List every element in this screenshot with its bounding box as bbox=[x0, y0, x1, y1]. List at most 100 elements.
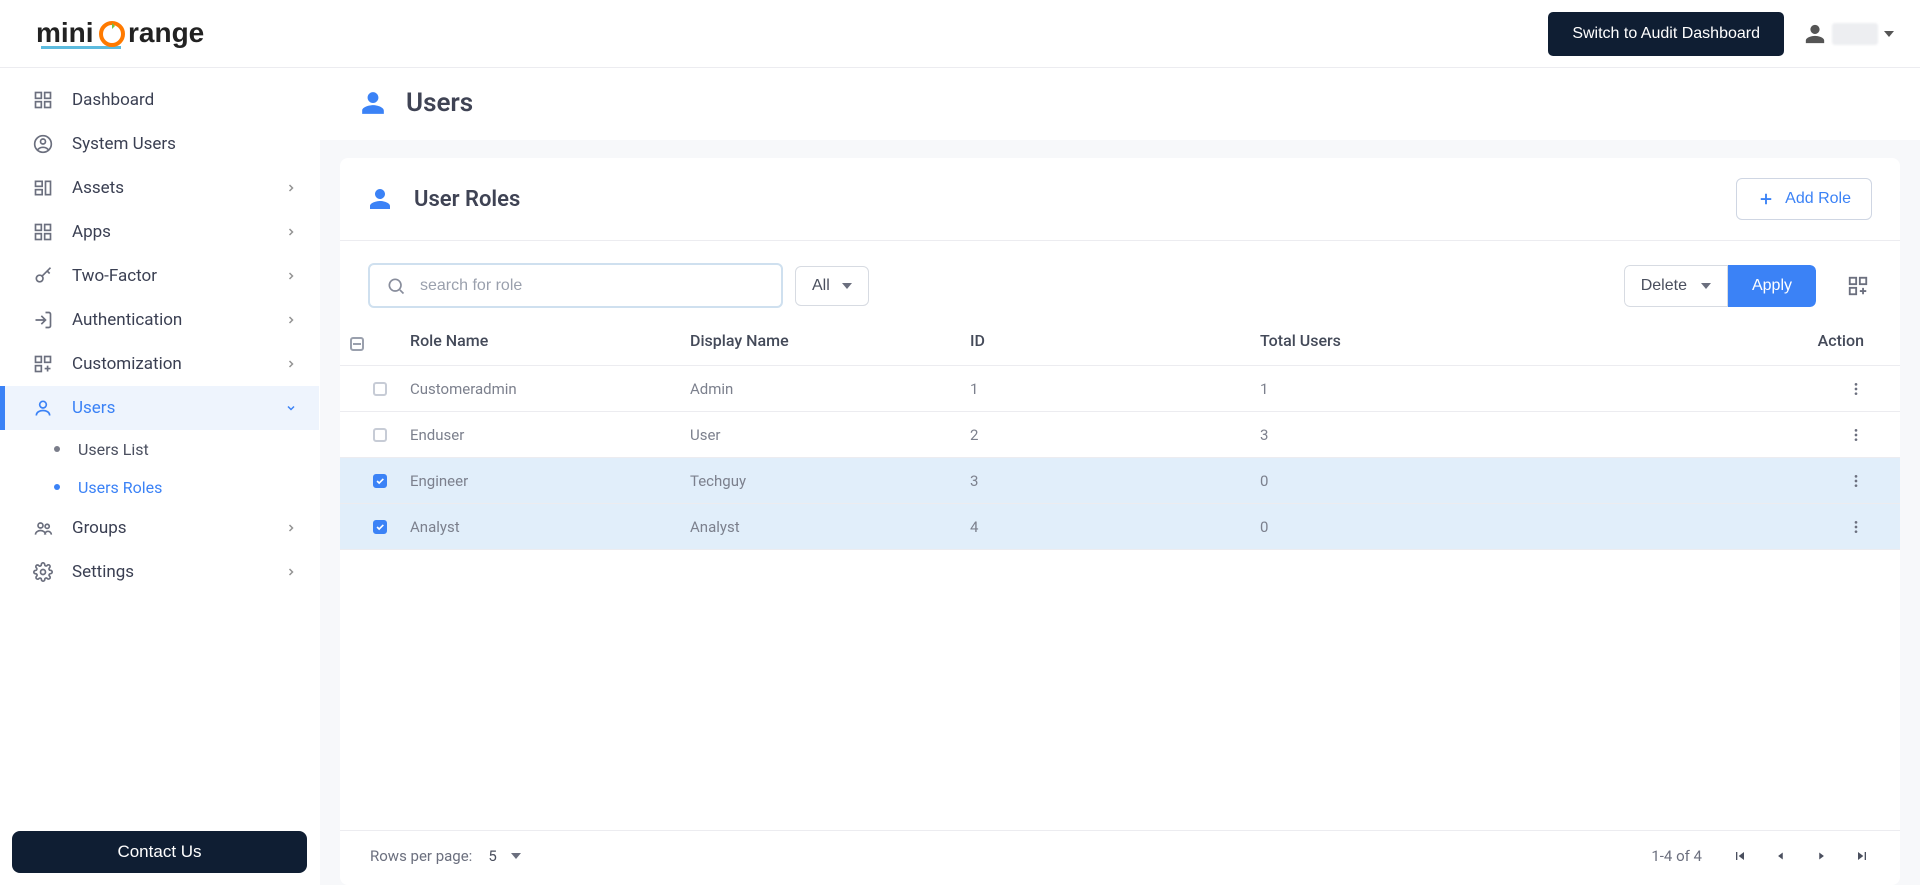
column-role-name: Role Name bbox=[410, 331, 690, 350]
sidebar-item-groups[interactable]: Groups bbox=[0, 506, 319, 550]
sidebar-subitem-users-roles[interactable]: Users Roles bbox=[0, 468, 319, 506]
column-id: ID bbox=[970, 331, 1260, 350]
sidebar: Dashboard System Users Assets Apps Two-F… bbox=[0, 68, 320, 885]
bullet-icon bbox=[54, 484, 60, 490]
person-icon bbox=[1804, 23, 1826, 45]
sidebar-item-system-users[interactable]: System Users bbox=[0, 122, 319, 166]
kebab-icon bbox=[1848, 519, 1864, 535]
cell-display-name: Analyst bbox=[690, 518, 970, 536]
search-field[interactable] bbox=[368, 263, 783, 308]
filter-all-dropdown[interactable]: All bbox=[795, 266, 869, 306]
sidebar-item-label: Groups bbox=[72, 518, 127, 538]
cell-id: 2 bbox=[970, 426, 1260, 444]
person-icon bbox=[360, 90, 386, 116]
row-checkbox[interactable] bbox=[373, 428, 387, 442]
sidebar-item-label: Users bbox=[72, 398, 115, 418]
card-title: User Roles bbox=[414, 187, 520, 212]
table-row: AnalystAnalyst40 bbox=[340, 504, 1900, 550]
row-actions-menu[interactable] bbox=[1848, 381, 1864, 397]
user-menu[interactable] bbox=[1804, 23, 1894, 45]
table-pagination: Rows per page: 5 1-4 of 4 bbox=[340, 830, 1900, 885]
select-all-checkbox[interactable] bbox=[350, 337, 364, 351]
sidebar-item-label: Two-Factor bbox=[72, 266, 157, 286]
row-actions-menu[interactable] bbox=[1848, 427, 1864, 443]
chevron-right-icon bbox=[285, 358, 297, 370]
kebab-icon bbox=[1848, 381, 1864, 397]
sidebar-item-two-factor[interactable]: Two-Factor bbox=[0, 254, 319, 298]
gear-icon bbox=[32, 561, 54, 583]
search-input[interactable] bbox=[420, 277, 765, 295]
sidebar-subitem-users-list[interactable]: Users List bbox=[0, 430, 319, 468]
switch-audit-dashboard-button[interactable]: Switch to Audit Dashboard bbox=[1548, 12, 1784, 56]
chevron-right-icon bbox=[1814, 849, 1828, 863]
grid-add-button[interactable] bbox=[1844, 272, 1872, 300]
cell-total-users: 0 bbox=[1260, 518, 1660, 536]
table-row: EngineerTechguy30 bbox=[340, 458, 1900, 504]
cell-id: 4 bbox=[970, 518, 1260, 536]
sidebar-item-label: Dashboard bbox=[72, 90, 154, 110]
sidebar-item-label: System Users bbox=[72, 134, 176, 154]
user-name-redacted bbox=[1832, 23, 1878, 45]
kebab-icon bbox=[1848, 473, 1864, 489]
row-checkbox[interactable] bbox=[373, 520, 387, 534]
cell-role-name: Analyst bbox=[410, 518, 690, 536]
sidebar-item-dashboard[interactable]: Dashboard bbox=[0, 78, 319, 122]
first-page-button[interactable] bbox=[1732, 848, 1748, 864]
group-icon bbox=[32, 517, 54, 539]
cell-role-name: Engineer bbox=[410, 472, 690, 490]
user-roles-card: User Roles Add Role All bbox=[340, 158, 1900, 885]
sidebar-item-authentication[interactable]: Authentication bbox=[0, 298, 319, 342]
cell-role-name: Enduser bbox=[410, 426, 690, 444]
assets-icon bbox=[32, 177, 54, 199]
last-page-button[interactable] bbox=[1854, 848, 1870, 864]
user-circle-icon bbox=[32, 133, 54, 155]
sidebar-item-users[interactable]: Users bbox=[0, 386, 319, 430]
cell-id: 3 bbox=[970, 472, 1260, 490]
topbar: mini range Switch to Audit Dashboard bbox=[0, 0, 1920, 68]
bullet-icon bbox=[54, 446, 60, 452]
row-checkbox[interactable] bbox=[373, 474, 387, 488]
search-icon bbox=[386, 276, 406, 296]
plus-icon bbox=[1757, 190, 1775, 208]
table-row: EnduserUser23 bbox=[340, 412, 1900, 458]
page-header: Users bbox=[320, 68, 1920, 140]
sidebar-item-apps[interactable]: Apps bbox=[0, 210, 319, 254]
sidebar-users-subnav: Users List Users Roles bbox=[0, 430, 319, 506]
last-page-icon bbox=[1854, 848, 1870, 864]
sidebar-item-label: Authentication bbox=[72, 310, 182, 330]
sidebar-item-customization[interactable]: Customization bbox=[0, 342, 319, 386]
login-icon bbox=[32, 309, 54, 331]
rows-per-page-select[interactable]: 5 bbox=[488, 847, 520, 865]
grid-plus-icon bbox=[32, 353, 54, 375]
cell-display-name: User bbox=[690, 426, 970, 444]
row-actions-menu[interactable] bbox=[1848, 519, 1864, 535]
prev-page-button[interactable] bbox=[1774, 849, 1788, 863]
row-checkbox[interactable] bbox=[373, 382, 387, 396]
filter-label: All bbox=[812, 277, 830, 295]
cell-total-users: 1 bbox=[1260, 380, 1660, 398]
bulk-action-label: Delete bbox=[1641, 277, 1687, 295]
sidebar-item-settings[interactable]: Settings bbox=[0, 550, 319, 594]
add-role-button[interactable]: Add Role bbox=[1736, 178, 1872, 220]
next-page-button[interactable] bbox=[1814, 849, 1828, 863]
contact-us-button[interactable]: Contact Us bbox=[12, 831, 307, 873]
sidebar-subitem-label: Users Roles bbox=[78, 478, 162, 497]
svg-text:range: range bbox=[128, 18, 204, 48]
roles-table: Role Name Display Name ID Total Users Ac… bbox=[340, 316, 1900, 550]
chevron-right-icon bbox=[285, 566, 297, 578]
chevron-right-icon bbox=[285, 522, 297, 534]
bulk-action-select[interactable]: Delete bbox=[1624, 265, 1728, 307]
apply-button[interactable]: Apply bbox=[1728, 265, 1816, 307]
apps-icon bbox=[32, 221, 54, 243]
sidebar-item-assets[interactable]: Assets bbox=[0, 166, 319, 210]
page-title: Users bbox=[406, 88, 473, 118]
row-actions-menu[interactable] bbox=[1848, 473, 1864, 489]
caret-down-icon bbox=[1884, 29, 1894, 39]
column-display-name: Display Name bbox=[690, 331, 970, 350]
add-role-label: Add Role bbox=[1785, 190, 1851, 208]
sidebar-item-label: Assets bbox=[72, 178, 124, 198]
table-header: Role Name Display Name ID Total Users Ac… bbox=[340, 316, 1900, 366]
sidebar-item-label: Settings bbox=[72, 562, 134, 582]
sidebar-item-label: Customization bbox=[72, 354, 182, 374]
chevron-left-icon bbox=[1774, 849, 1788, 863]
